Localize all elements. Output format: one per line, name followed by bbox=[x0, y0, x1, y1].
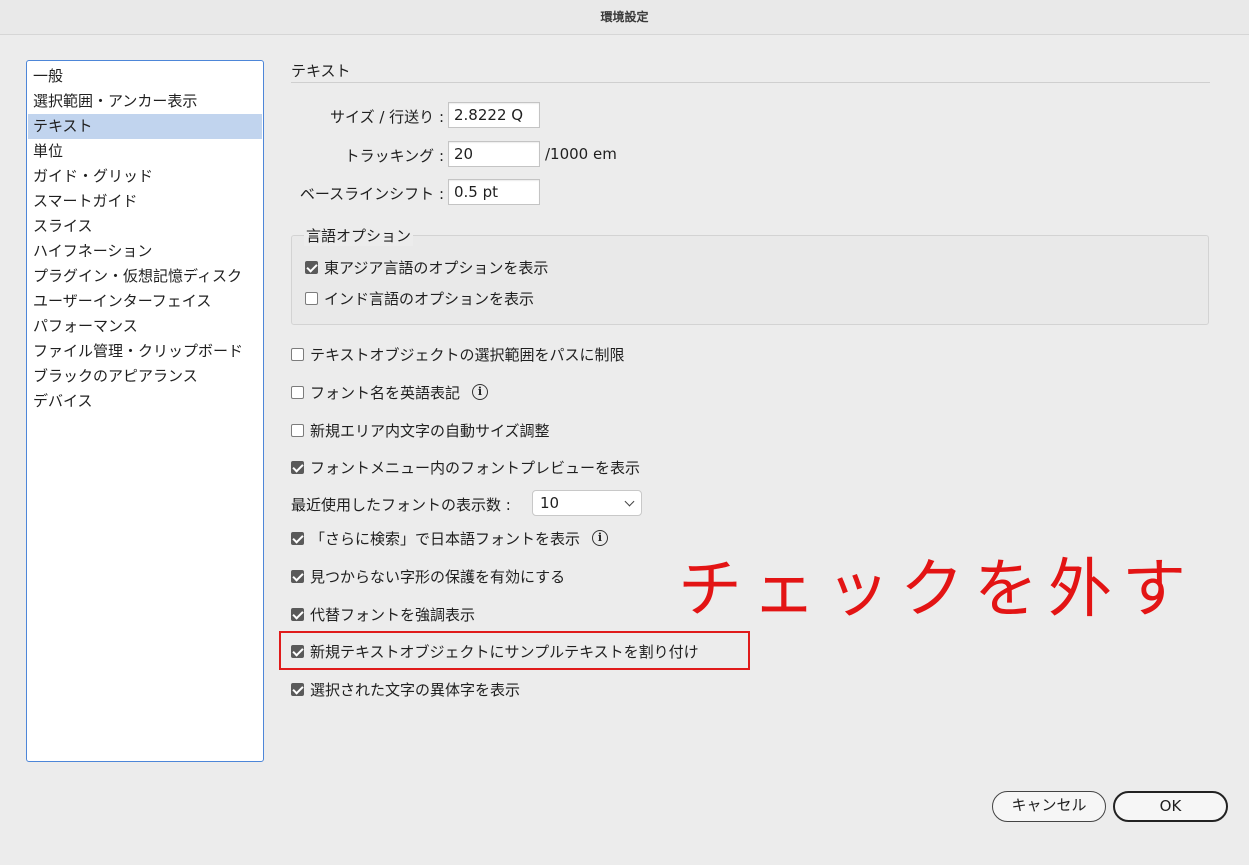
checkbox-checked[interactable] bbox=[291, 460, 304, 474]
checkbox-label: 代替フォントを強調表示 bbox=[310, 605, 476, 624]
checkbox-checked[interactable] bbox=[291, 531, 304, 545]
highlight-substituted-fonts-checkbox[interactable]: 代替フォントを強調表示 bbox=[291, 603, 475, 625]
checkbox-label: 見つからない字形の保護を有効にする bbox=[310, 567, 566, 586]
info-icon[interactable]: i bbox=[472, 384, 489, 400]
sidebar-item-user-interface[interactable]: ユーザーインターフェイス bbox=[27, 289, 263, 314]
sidebar-item-black-appearance[interactable]: ブラックのアピアランス bbox=[27, 364, 263, 389]
sidebar-item-general[interactable]: 一般 bbox=[27, 64, 263, 89]
baseline-shift-input[interactable]: 0.5 pt bbox=[448, 179, 540, 205]
cancel-button[interactable]: キャンセル bbox=[992, 791, 1106, 822]
japanese-fonts-more-checkbox[interactable]: 「さらに検索」で日本語フォントを表示 i bbox=[291, 527, 609, 549]
sidebar-item-file-handling[interactable]: ファイル管理・クリップボード bbox=[27, 339, 263, 364]
sidebar-item-plugins-scratch[interactable]: プラグイン・仮想記憶ディスク bbox=[27, 264, 263, 289]
checkbox-checked[interactable] bbox=[291, 682, 304, 696]
english-font-names-checkbox[interactable]: フォント名を英語表記 i bbox=[291, 381, 489, 403]
size-leading-label: サイズ / 行送り : bbox=[330, 108, 444, 126]
recent-fonts-label: 最近使用したフォントの表示数 : bbox=[291, 496, 511, 514]
checkbox-unchecked[interactable] bbox=[305, 291, 318, 305]
checkbox-label: 東アジア言語のオプションを表示 bbox=[324, 258, 549, 277]
tracking-input[interactable]: 20 bbox=[448, 141, 540, 167]
checkbox-unchecked[interactable] bbox=[291, 423, 304, 437]
window-title: 環境設定 bbox=[0, 0, 1249, 35]
section-title: テキスト bbox=[291, 62, 351, 80]
section-divider bbox=[291, 82, 1210, 83]
checkbox-label: テキストオブジェクトの選択範囲をパスに制限 bbox=[310, 345, 625, 364]
font-preview-checkbox[interactable]: フォントメニュー内のフォントプレビューを表示 bbox=[291, 456, 640, 478]
missing-glyph-protection-checkbox[interactable]: 見つからない字形の保護を有効にする bbox=[291, 565, 565, 587]
recent-fonts-value: 10 bbox=[540, 494, 560, 512]
checkbox-checked[interactable] bbox=[291, 607, 304, 621]
sidebar-item-smart-guides[interactable]: スマートガイド bbox=[27, 189, 263, 214]
chevron-down-icon bbox=[624, 496, 635, 507]
checkbox-label: 選択された文字の異体字を表示 bbox=[310, 680, 521, 699]
sidebar-item-guides-grid[interactable]: ガイド・グリッド bbox=[27, 164, 263, 189]
language-options-group bbox=[291, 235, 1209, 325]
recent-fonts-select[interactable]: 10 bbox=[532, 490, 642, 516]
checkbox-label: 新規エリア内文字の自動サイズ調整 bbox=[310, 421, 550, 440]
checkbox-label: インド言語のオプションを表示 bbox=[324, 289, 535, 308]
tracking-label: トラッキング : bbox=[344, 147, 444, 165]
checkbox-label: フォント名を英語表記 bbox=[310, 383, 461, 402]
checkbox-checked[interactable] bbox=[305, 260, 318, 274]
indic-options-checkbox[interactable]: インド言語のオプションを表示 bbox=[305, 287, 534, 309]
checkbox-label: フォントメニュー内のフォントプレビューを表示 bbox=[310, 458, 641, 477]
sidebar-item-performance[interactable]: パフォーマンス bbox=[27, 314, 263, 339]
baseline-shift-label: ベースラインシフト : bbox=[299, 185, 444, 203]
checkbox-checked[interactable] bbox=[291, 569, 304, 583]
checkbox-unchecked[interactable] bbox=[291, 347, 304, 361]
sidebar-item-slices[interactable]: スライス bbox=[27, 214, 263, 239]
category-sidebar: 一般 選択範囲・アンカー表示 テキスト 単位 ガイド・グリッド スマートガイド … bbox=[26, 60, 264, 762]
show-alternate-glyphs-checkbox[interactable]: 選択された文字の異体字を表示 bbox=[291, 678, 520, 700]
annotation-highlight-box bbox=[279, 631, 750, 670]
checkbox-unchecked[interactable] bbox=[291, 385, 304, 399]
tracking-unit: /1000 em bbox=[545, 145, 617, 163]
sidebar-item-text[interactable]: テキスト bbox=[28, 114, 262, 139]
auto-size-area-type-checkbox[interactable]: 新規エリア内文字の自動サイズ調整 bbox=[291, 419, 550, 441]
info-icon[interactable]: i bbox=[592, 530, 609, 546]
east-asian-options-checkbox[interactable]: 東アジア言語のオプションを表示 bbox=[305, 256, 548, 278]
checkbox-label: 「さらに検索」で日本語フォントを表示 bbox=[310, 529, 581, 548]
sidebar-item-devices[interactable]: デバイス bbox=[27, 389, 263, 414]
size-leading-input[interactable]: 2.8222 Q bbox=[448, 102, 540, 128]
annotation-text: チェックを外す bbox=[678, 553, 1196, 627]
sidebar-item-selection-anchor[interactable]: 選択範囲・アンカー表示 bbox=[27, 89, 263, 114]
ok-button[interactable]: OK bbox=[1113, 791, 1228, 822]
limit-selection-to-path-checkbox[interactable]: テキストオブジェクトの選択範囲をパスに制限 bbox=[291, 343, 625, 365]
sidebar-item-hyphenation[interactable]: ハイフネーション bbox=[27, 239, 263, 264]
sidebar-item-units[interactable]: 単位 bbox=[27, 139, 263, 164]
language-options-title: 言語オプション bbox=[304, 225, 414, 246]
